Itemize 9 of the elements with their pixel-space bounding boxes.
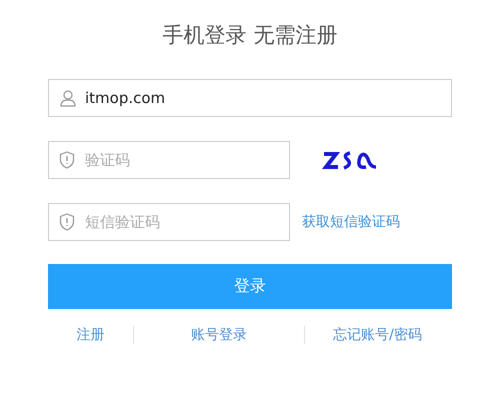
input-field[interactable]: 验证码 — [48, 141, 290, 179]
footer-link[interactable]: 忘记账号/密码 — [305, 326, 450, 344]
footer-link[interactable]: 账号登录 — [134, 326, 304, 344]
input-field[interactable]: itmop.com — [48, 79, 452, 117]
login-button[interactable]: 登录 — [48, 264, 452, 309]
footer-link[interactable]: 注册 — [48, 326, 133, 344]
input-field[interactable]: 短信验证码 — [48, 203, 290, 241]
page-title: 手机登录 无需注册 — [162, 22, 338, 49]
get-code-link[interactable]: 获取短信验证码 — [302, 213, 400, 231]
